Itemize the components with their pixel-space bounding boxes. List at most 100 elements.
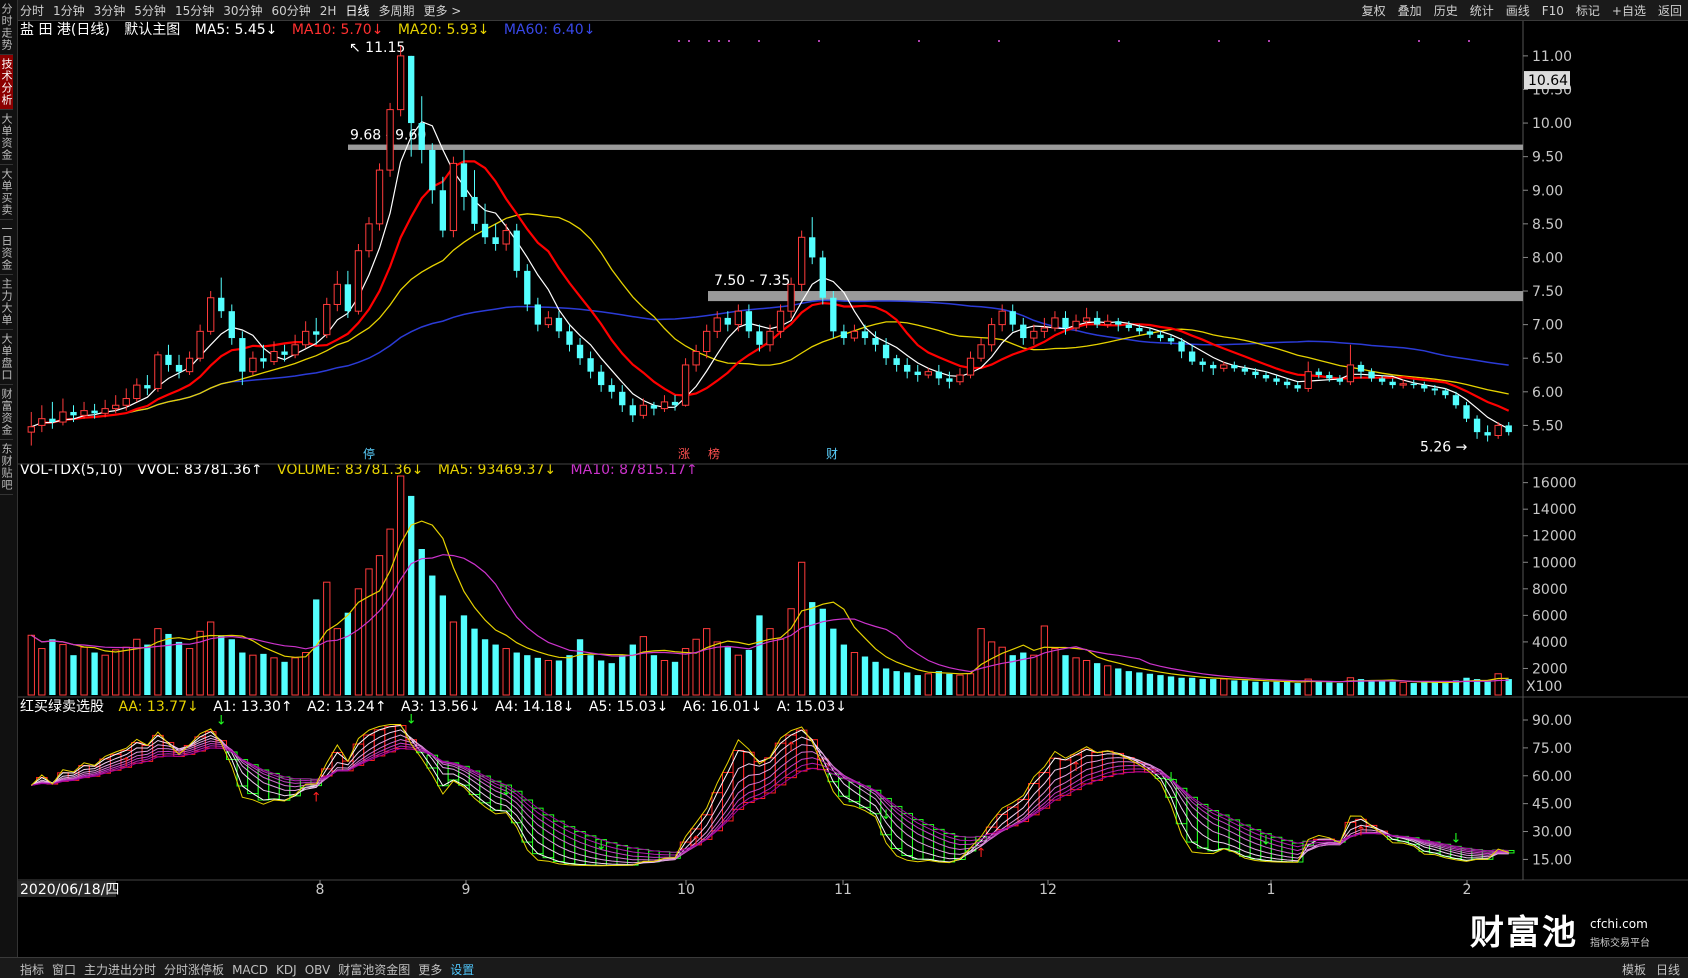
bottom-tab[interactable]: 分时涨停板	[164, 961, 224, 978]
period-tab[interactable]: 2H	[320, 4, 337, 18]
bottom-tab[interactable]: 指标	[20, 961, 44, 978]
sidebar-item[interactable]: 东财贴吧	[0, 440, 13, 495]
candle-body	[576, 344, 584, 359]
signal-arrow: ↑	[976, 846, 987, 861]
y-tick-label: 7.00	[1532, 318, 1563, 334]
period-tab[interactable]: 60分钟	[272, 2, 311, 19]
y-tick-label: 8.00	[1532, 250, 1563, 266]
period-tab[interactable]: 1分钟	[53, 2, 85, 19]
sidebar-item[interactable]: 大单资金	[0, 110, 13, 165]
bottom-tab[interactable]: 更多	[418, 961, 442, 978]
bottom-tab[interactable]: MACD	[232, 963, 268, 977]
stock-chart[interactable]: 11.0010.5010.009.509.008.508.007.507.006…	[18, 21, 1688, 957]
volume-bar	[1115, 668, 1122, 695]
volume-bar	[1326, 682, 1333, 695]
volume-bar	[49, 639, 56, 695]
toolbar-button[interactable]: 复权	[1362, 2, 1386, 19]
toolbar-button[interactable]: F10	[1542, 4, 1564, 18]
period-tab[interactable]: 30分钟	[223, 2, 262, 19]
candle-body	[745, 311, 753, 332]
vol-y-tick-label: 8000	[1532, 582, 1568, 598]
bottom-tab[interactable]: 窗口	[52, 961, 76, 978]
watermark-site: cfchi.com	[1590, 917, 1648, 931]
volume-bar	[650, 655, 658, 695]
signal-arrow: ↓	[881, 808, 892, 823]
candle-body	[91, 410, 98, 414]
candle-body	[1146, 331, 1154, 335]
period-tab[interactable]: 3分钟	[94, 2, 126, 19]
sidebar-item[interactable]: 大单盘口	[0, 330, 13, 385]
sidebar-item[interactable]: 分时走势	[0, 0, 13, 55]
volume-bar	[1220, 678, 1228, 696]
candle-body	[703, 330, 711, 352]
toolbar-button[interactable]: 叠加	[1398, 2, 1422, 19]
event-marker: 财	[826, 447, 838, 461]
candle-body	[1082, 317, 1091, 322]
volume-bar	[1505, 679, 1512, 695]
candle-body	[1273, 378, 1280, 382]
period-tab[interactable]: 5分钟	[134, 2, 166, 19]
candle-body	[850, 330, 859, 339]
volume-bar	[1051, 648, 1059, 696]
candle-body	[1346, 364, 1355, 383]
candle-body	[692, 351, 700, 366]
volume-bar	[671, 661, 679, 695]
period-tab[interactable]: 15分钟	[175, 2, 214, 19]
bottom-tab[interactable]: 主力进出分时	[84, 961, 156, 978]
toolbar-button[interactable]: 标记	[1576, 2, 1600, 19]
candle-body	[418, 123, 425, 150]
sidebar-item[interactable]: 大单买卖	[0, 165, 13, 220]
toolbar-button[interactable]: +自选	[1612, 2, 1646, 19]
volume-bar	[291, 657, 299, 696]
candle-body	[566, 331, 573, 345]
candle-body	[1336, 378, 1344, 382]
bottom-tab[interactable]: OBV	[305, 963, 331, 977]
toolbar-button[interactable]: 返回	[1658, 2, 1682, 19]
bottom-tabs: 指标 窗口 主力进出分时 分时涨停板 MACD KDJ OBV 财富池资金图 更多 设置	[20, 961, 482, 978]
sidebar-item[interactable]: 财富资金	[0, 385, 13, 440]
volume-bar	[218, 635, 225, 695]
candle-body	[165, 354, 172, 365]
candle-body	[1368, 371, 1375, 379]
signal-arrow: ↓	[1261, 833, 1272, 848]
candle-body	[1062, 317, 1069, 328]
period-tab[interactable]: 更多 >	[423, 2, 461, 19]
bottom-tab[interactable]: KDJ	[276, 963, 297, 977]
toolbar-button[interactable]: 画线	[1506, 2, 1530, 19]
candle-body	[313, 331, 320, 335]
volume-bar	[724, 647, 731, 695]
candle-body	[1220, 364, 1228, 369]
ind-y-tick-label: 45.00	[1532, 797, 1572, 813]
toolbar-button[interactable]: 统计	[1470, 2, 1494, 19]
volume-bar	[1040, 625, 1049, 696]
x-tick-label: 9	[462, 882, 471, 898]
candle-body	[144, 385, 151, 389]
bottom-right-button[interactable]: 日线	[1656, 963, 1680, 977]
sidebar-item[interactable]: 技术分析	[0, 55, 13, 110]
bottom-right-button[interactable]: 模板	[1622, 963, 1646, 977]
marker-dot	[818, 40, 820, 42]
sidebar-item[interactable]: 一日资金	[0, 220, 13, 275]
period-tab[interactable]: 多周期	[378, 2, 414, 19]
toolbar-button[interactable]: 历史	[1434, 2, 1458, 19]
candle-body	[534, 304, 541, 325]
candle-body	[1136, 327, 1143, 332]
bottom-tab[interactable]: 财富池资金图	[338, 961, 410, 978]
volume-bar	[386, 528, 394, 696]
vol-y-tick-label: 12000	[1532, 529, 1577, 545]
bottom-tab[interactable]: 设置	[450, 961, 474, 978]
volume-bar	[524, 655, 531, 695]
volume-bar	[956, 674, 964, 696]
y-tick-label: 8.50	[1532, 217, 1563, 233]
volume-bar	[745, 649, 753, 695]
volume-bar	[692, 638, 700, 696]
sidebar-item[interactable]: 主力大单	[0, 275, 13, 330]
volume-bar	[460, 615, 468, 695]
volume-bar	[481, 639, 489, 695]
y-tick-label: 6.50	[1532, 351, 1563, 367]
period-tab[interactable]: 日线	[345, 2, 369, 19]
volume-bar	[904, 672, 911, 695]
period-tab[interactable]: 分时	[20, 2, 44, 19]
signal-arrow: ↑	[121, 755, 132, 770]
volume-bar	[1146, 673, 1154, 695]
